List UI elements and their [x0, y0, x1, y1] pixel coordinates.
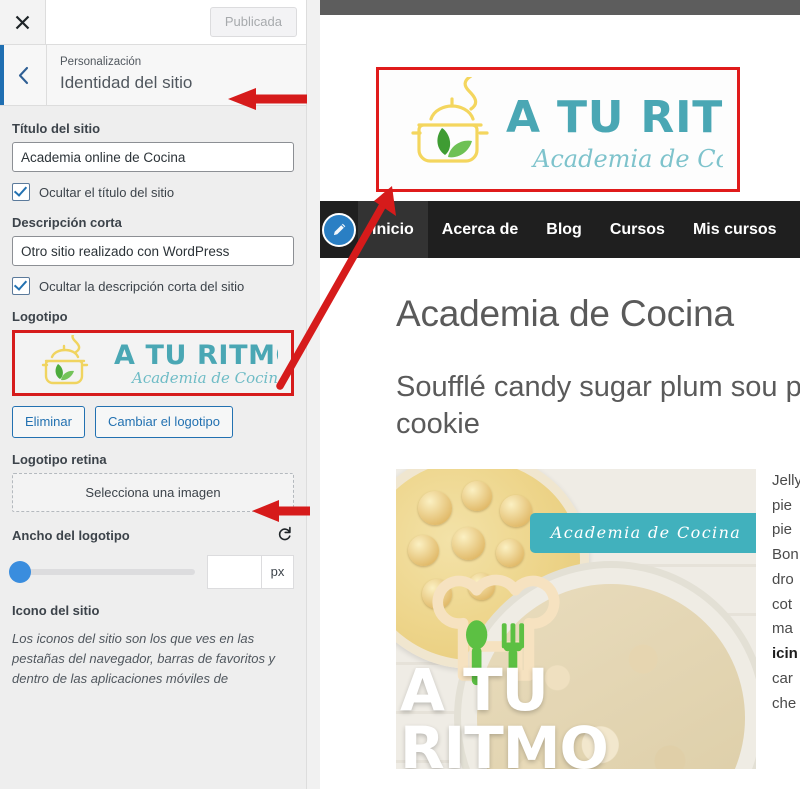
publish-button-wrap: Publicada: [209, 7, 306, 37]
excerpt-line: Jelly: [772, 471, 800, 489]
logo-width-slider[interactable]: [9, 560, 195, 583]
tagline-input[interactable]: [12, 236, 294, 266]
site-title-input[interactable]: [12, 142, 294, 172]
chevron-left-icon[interactable]: [0, 45, 47, 105]
hide-title-row[interactable]: Ocultar el título del sitio: [12, 183, 294, 201]
width-unit-label: px: [262, 554, 294, 589]
logo-width-slider-row: px: [9, 554, 294, 589]
tart-dot: [500, 494, 532, 527]
site-icon-label: Icono del sitio: [12, 602, 100, 618]
page-title: Identidad del sitio: [60, 72, 193, 92]
excerpt-line: pie: [772, 521, 793, 539]
tart-dot: [452, 526, 485, 560]
tagline-label: Descripción corta: [12, 215, 122, 230]
featured-image[interactable]: Academia de Cocina A TU RITMO: [396, 468, 756, 769]
control-logo: Logotipo A TU RITMO Academia: [12, 309, 294, 438]
svg-text:Academia de Cocina: Academia de Cocina: [130, 369, 278, 387]
reset-icon[interactable]: [275, 526, 294, 546]
nav-label: Blog: [546, 220, 582, 238]
publish-button[interactable]: Publicada: [209, 7, 297, 37]
admin-bar: [320, 0, 800, 15]
nav-item-mis-cursos[interactable]: Mis cursos: [679, 201, 791, 258]
nav-label: Acerca de: [441, 220, 519, 238]
image-banner-text: Academia de Cocina: [550, 523, 742, 543]
nav-item-cursos[interactable]: Cursos: [596, 201, 679, 258]
pencil-edit-icon[interactable]: [322, 212, 356, 247]
post-excerpt: Jelly pie pie Bon dro cot ma icin car ch…: [772, 469, 800, 769]
nav-label: Cursos: [609, 220, 665, 238]
excerpt-line: cot: [772, 595, 793, 613]
change-logo-button[interactable]: Cambiar el logotipo: [94, 406, 233, 438]
customizer-header: Publicada: [0, 0, 306, 45]
breadcrumb: Personalización: [60, 56, 142, 69]
image-banner: Academia de Cocina: [530, 512, 756, 553]
nav-item-acerca-de[interactable]: Acerca de: [428, 201, 533, 258]
excerpt-line: pie: [772, 496, 793, 514]
site-logo-image: A TU RITMO Academia de Cocina: [41, 335, 278, 387]
site-title-heading: Academia de Cocina: [396, 293, 734, 334]
excerpt-line: Bon: [772, 546, 799, 564]
slider-thumb[interactable]: [9, 560, 31, 583]
logo-width-input[interactable]: [207, 554, 262, 589]
nav-item-blog[interactable]: Blog: [532, 201, 596, 258]
site-title-label: Título del sitio: [12, 121, 101, 136]
svg-text:A TU RITMO: A TU RITMO: [114, 340, 278, 371]
svg-text:A TU RITMO: A TU RITMO: [506, 92, 723, 143]
control-site-title: Título del sitio: [12, 121, 294, 172]
edit-shortcut: [320, 201, 358, 258]
featured-image-title: A TU RITMO: [400, 655, 609, 769]
select-image-button[interactable]: Selecciona una imagen: [12, 472, 294, 512]
site-preview: A TU RITMO Academia de Cocina Inicio Ace…: [320, 0, 800, 789]
site-logo[interactable]: A TU RITMO Academia de Cocina: [376, 67, 740, 192]
hide-tagline-row[interactable]: Ocultar la descripción corta del sitio: [12, 277, 294, 295]
control-site-icon: Icono del sitio Los iconos del sitio son…: [12, 603, 294, 689]
customizer-sidebar: Publicada Personalización Identidad del …: [0, 0, 307, 789]
section-header: Personalización Identidad del sitio: [0, 45, 306, 106]
site-header: A TU RITMO Academia de Cocina: [320, 15, 800, 201]
tart-dot: [496, 538, 524, 567]
tart-dot: [418, 490, 452, 525]
excerpt-line: car: [772, 669, 793, 687]
control-logo-width: Ancho del logotipo px: [9, 526, 294, 589]
excerpt-line: dro: [772, 570, 794, 588]
logo-preview[interactable]: A TU RITMO Academia de Cocina: [12, 330, 294, 396]
excerpt-line: che: [772, 694, 797, 712]
logo-buttons: Eliminar Cambiar el logotipo: [12, 406, 294, 438]
site-navigation: Inicio Acerca de Blog Cursos Mis cursos: [320, 201, 800, 258]
logo-width-label: Ancho del logotipo: [12, 528, 130, 543]
hide-title-label: Ocultar el título del sitio: [39, 184, 175, 200]
site-icon-description: Los iconos del sitio son los que ves en …: [12, 630, 276, 686]
hide-title-checkbox[interactable]: [12, 183, 30, 201]
nav-label: Inicio: [372, 220, 414, 238]
post-body: Academia de Cocina A TU RITMO Jelly pie …: [396, 468, 800, 769]
customizer-controls: Título del sitio Ocultar el título del s…: [0, 107, 306, 789]
hide-tagline-label: Ocultar la descripción corta del sitio: [39, 278, 245, 294]
nav-label: Mis cursos: [692, 220, 777, 238]
excerpt-line: icin: [772, 645, 798, 663]
control-tagline: Descripción corta: [12, 215, 294, 266]
tart-dot: [462, 480, 492, 511]
site-logo-image: A TU RITMO Academia de Cocina: [411, 77, 723, 173]
control-retina-logo: Logotipo retina Selecciona una imagen: [12, 452, 294, 512]
remove-logo-button[interactable]: Eliminar: [12, 406, 85, 438]
close-icon[interactable]: [0, 0, 46, 44]
excerpt-line: ma: [772, 620, 793, 638]
hide-tagline-checkbox[interactable]: [12, 277, 30, 295]
logo-width-header: Ancho del logotipo: [12, 526, 294, 546]
post-title[interactable]: Soufflé candy sugar plum sou pastry cook…: [396, 369, 800, 443]
tart-dot: [408, 534, 439, 566]
nav-item-inicio[interactable]: Inicio: [358, 201, 428, 258]
section-titles: Personalización Identidad del sitio: [47, 55, 192, 94]
svg-text:Academia de Cocina: Academia de Cocina: [531, 145, 723, 173]
retina-logo-label: Logotipo retina: [12, 451, 107, 467]
logo-label: Logotipo: [12, 309, 68, 324]
page-content: Academia de Cocina Soufflé candy sugar p…: [320, 258, 800, 769]
